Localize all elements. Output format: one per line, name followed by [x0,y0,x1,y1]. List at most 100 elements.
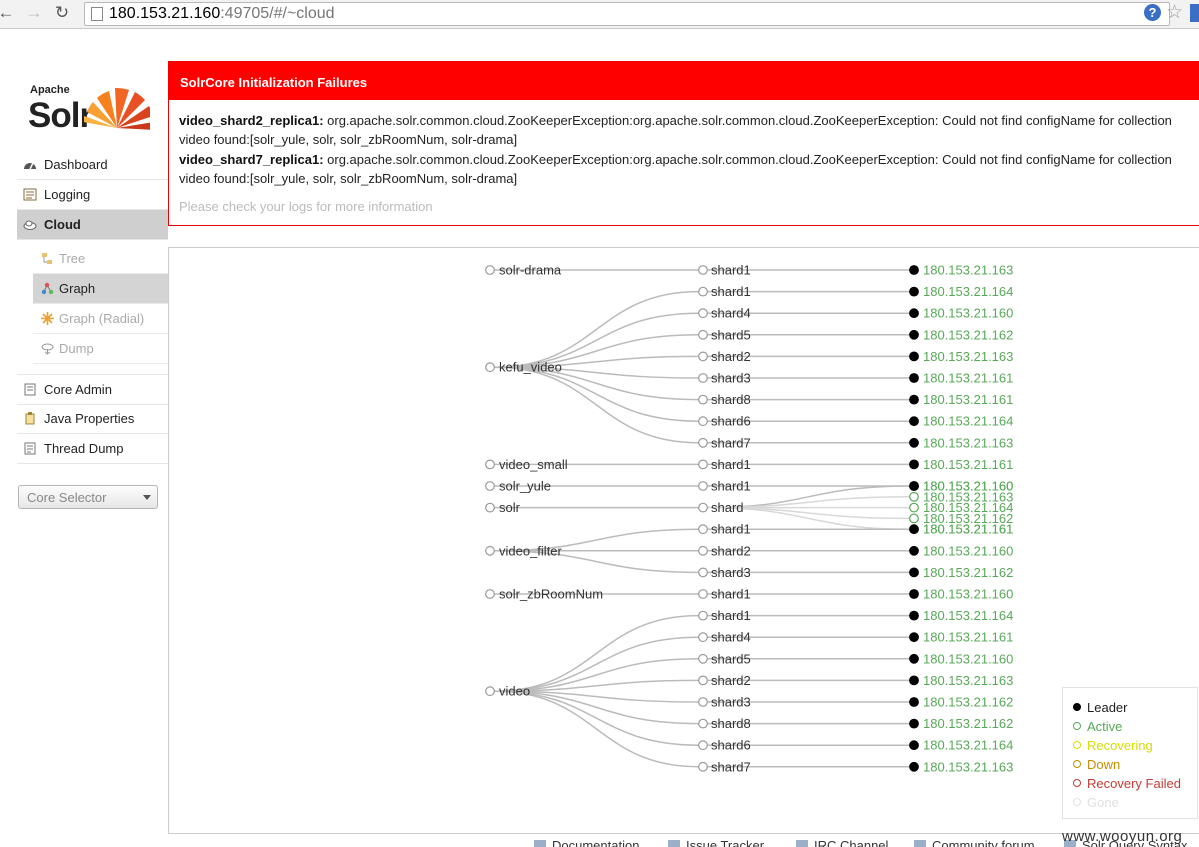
legend-dot-icon [1073,760,1081,768]
leader-node-icon [909,740,919,751]
collection-node-icon [485,459,495,470]
failure-core-name: video_shard2_replica1: [179,113,324,128]
replica-host-label: 180.153.21.163 [923,759,1013,774]
shard-node-icon [698,761,708,772]
nav-cloud-graph-radial[interactable]: Graph (Radial) [33,304,168,334]
forward-icon[interactable]: → [24,3,44,23]
core-selector-label: Core Selector [27,490,107,505]
legend-label: Gone [1087,795,1119,810]
legend-label: Active [1087,719,1123,734]
collection-label: video_filter [499,543,563,558]
nav-cloud-dump[interactable]: Dump [33,334,168,364]
address-bar[interactable]: 180.153.21.160:49705/#/~cloud [84,2,1170,26]
nav-label: Dump [59,341,94,356]
active-node-icon [909,502,919,513]
legend-dot-icon [1073,779,1081,787]
nav-label: Logging [44,187,91,202]
collection-label: kefu_video [499,360,562,375]
nav-core-admin[interactable]: Core Admin [17,374,168,405]
collection-node-icon [485,545,495,556]
nav-java-properties[interactable]: Java Properties [17,404,168,434]
leader-node-icon [909,524,919,535]
nav-logging[interactable]: Logging [17,180,168,210]
core-selector-dropdown[interactable]: Core Selector [18,485,158,509]
leader-node-icon [909,308,919,319]
collection-node-icon [485,362,495,373]
cloud-graph: 180.153.21.163 shard1 solr-drama 180.153.21… [485,263,1013,774]
replica-host-label: 180.153.21.160 [923,651,1013,666]
footer-link[interactable]: Issue Tracker [668,838,764,847]
chevron-down-icon [143,495,151,500]
replica-host-label: 180.153.21.160 [923,306,1013,321]
footer-link[interactable]: Community forum [914,838,1035,847]
nav-cloud-graph[interactable]: Graph [33,274,168,304]
shard-node-icon [698,589,708,599]
leader-node-icon [909,718,919,729]
collection-shard-link [493,690,700,768]
cloud-icon [23,220,37,230]
shard-label: shard3 [711,565,751,580]
leader-node-icon [909,675,919,686]
extension-icon[interactable] [1190,4,1199,22]
shard-label: shard4 [711,306,751,321]
nav-label: Graph (Radial) [59,311,145,326]
shard-node-icon [698,524,708,535]
dashboard-icon [24,162,36,170]
active-node-icon [909,513,919,524]
reload-icon[interactable]: ↻ [52,3,72,23]
shard-label: shard1 [711,608,751,623]
shard-label: shard1 [711,587,751,602]
documentation-icon [534,840,546,847]
replica-host-label: 180.153.21.164 [923,738,1013,753]
shard-label: shard1 [711,284,751,299]
replica-host-label: 180.153.21.162 [923,327,1013,342]
shard-label: shard7 [711,435,751,450]
browser-toolbar: ← → ↻ 180.153.21.160:49705/#/~cloud ? ☆ [0,0,1199,29]
leader-node-icon [909,416,919,427]
nav-dashboard[interactable]: Dashboard [17,150,168,180]
shard-node-icon [698,653,708,664]
shard-label: shard [711,500,744,515]
replica-host-label: 180.153.21.162 [923,695,1013,710]
footer-link[interactable]: Documentation [534,838,639,847]
nav-label: Graph [59,281,96,296]
leader-node-icon [909,610,919,621]
issue-tracker-icon [668,840,680,847]
replica-host-label: 180.153.21.160 [923,543,1013,558]
legend-dot-icon [1073,722,1081,730]
replica-host-label: 180.153.21.163 [923,263,1013,278]
leader-node-icon [909,589,919,599]
collection-shard-link [493,690,700,746]
shard-label: shard2 [711,349,751,364]
replica-host-label: 180.153.21.161 [923,392,1013,407]
help-icon[interactable]: ? [1144,4,1161,21]
logo-solr-text: Solr [28,96,93,135]
legend-item: Recovery Failed [1073,776,1181,791]
shard-label: shard2 [711,673,751,688]
footer-link[interactable]: IRC Channel [796,838,888,847]
legend-item: Recovering [1073,738,1153,753]
shard-label: shard5 [711,651,751,666]
leader-node-icon [909,437,919,448]
shard-node-icon [698,459,708,470]
nav-label: Dashboard [44,157,108,172]
replica-host-label: 180.153.21.163 [923,673,1013,688]
shard-label: shard7 [711,759,751,774]
collection-label: video [499,684,530,699]
nav-label: Java Properties [44,411,135,426]
dump-icon [41,343,54,355]
collection-node-icon [485,589,495,599]
shard-label: shard6 [711,414,751,429]
nav-thread-dump[interactable]: Thread Dump [17,434,168,464]
shard-node-icon [698,416,708,427]
nav-cloud-tree[interactable]: Tree [33,244,168,274]
replica-host-label: 180.153.21.161 [923,630,1013,645]
legend-item: Active [1073,719,1122,734]
back-icon[interactable]: ← [0,3,16,23]
collection-node-icon [485,686,495,697]
nav-cloud[interactable]: Cloud [17,210,168,240]
leader-node-icon [909,545,919,556]
solr-logo[interactable]: Apache Solr [28,68,152,135]
footer-link-label: Documentation [552,838,640,847]
bookmark-star-icon[interactable]: ☆ [1166,2,1183,24]
